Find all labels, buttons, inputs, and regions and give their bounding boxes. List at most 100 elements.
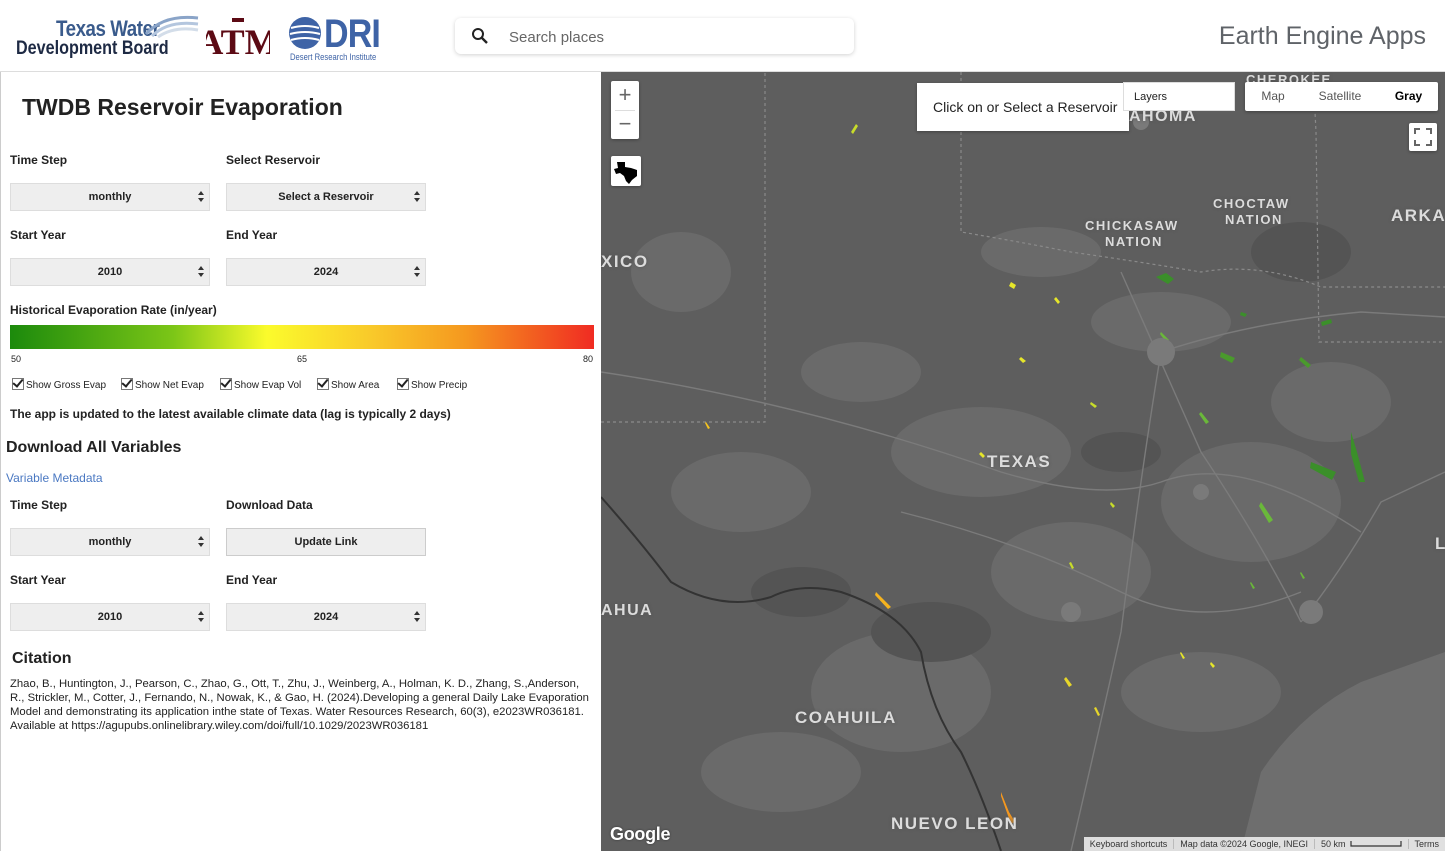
map-type-gray[interactable]: Gray xyxy=(1379,82,1438,111)
panel-title: TWDB Reservoir Evaporation xyxy=(22,94,343,120)
control-panel: TWDB Reservoir Evaporation Time Step Sel… xyxy=(0,72,601,851)
dri-logo-subtitle: Desert Research Institute xyxy=(290,52,377,62)
checkbox-checked-icon[interactable] xyxy=(12,378,24,390)
keyboard-shortcuts-link[interactable]: Keyboard shortcuts xyxy=(1084,839,1174,849)
evaporation-color-ramp xyxy=(10,325,594,349)
update-link-button[interactable]: Update Link xyxy=(226,528,426,556)
map-type-satellite[interactable]: Satellite xyxy=(1301,82,1379,111)
texas-extent-button[interactable] xyxy=(611,156,641,186)
checkbox-checked-icon[interactable] xyxy=(220,378,232,390)
place-label-chickasaw: CHICKASAW xyxy=(1085,218,1179,233)
checkbox-label: Show Gross Evap xyxy=(26,380,107,391)
legend-min: 50 xyxy=(11,354,22,364)
place-label-mexico: XICO xyxy=(601,252,649,271)
dri-globe-icon xyxy=(289,17,321,49)
map-type-map[interactable]: Map xyxy=(1245,82,1301,111)
dl-end-year-value: 2024 xyxy=(313,611,339,623)
time-step-select[interactable]: monthly xyxy=(10,183,210,211)
citation-title: Citation xyxy=(12,650,72,667)
texas-shape-icon xyxy=(614,162,637,184)
terms-link[interactable]: Terms xyxy=(1407,839,1445,849)
select-arrows-icon xyxy=(198,536,204,548)
legend-label: Historical Evaporation Rate (in/year) xyxy=(10,303,217,317)
place-label-chihuahua: AHUA xyxy=(601,602,654,619)
place-label-louisiana: L xyxy=(1435,534,1445,553)
end-year-label: End Year xyxy=(226,228,278,242)
place-label-coahuila: COAHUILA xyxy=(795,708,897,727)
dri-logo-text: DRI xyxy=(324,12,381,56)
dl-end-year-select[interactable]: 2024 xyxy=(226,603,426,631)
search-icon xyxy=(472,28,488,44)
time-step-value: monthly xyxy=(88,191,132,203)
fullscreen-icon xyxy=(1414,128,1432,146)
download-title: Download All Variables xyxy=(6,439,182,456)
map-type-control: Map Satellite Gray xyxy=(1245,82,1438,111)
layers-button[interactable]: Layers xyxy=(1123,82,1235,111)
select-arrows-icon xyxy=(414,266,420,278)
map-data-attribution: Map data ©2024 Google, INEGI xyxy=(1173,839,1314,849)
dl-start-year-select[interactable]: 2010 xyxy=(10,603,210,631)
svg-text:ATM: ATM xyxy=(206,22,270,62)
reservoir-label: Select Reservoir xyxy=(226,153,321,167)
dl-end-year-label: End Year xyxy=(226,573,278,587)
dl-time-step-value: monthly xyxy=(88,536,132,548)
texas-am-logo[interactable]: ATM xyxy=(197,12,279,62)
checkbox-show-precip[interactable]: Show Precip xyxy=(397,378,467,391)
start-year-label: Start Year xyxy=(10,228,66,242)
zoom-out-button[interactable]: − xyxy=(611,110,639,139)
start-year-select[interactable]: 2010 xyxy=(10,258,210,286)
select-arrows-icon xyxy=(198,611,204,623)
app-header: Texas Water Development Board ATM DRI De… xyxy=(0,0,1445,72)
search-input[interactable] xyxy=(507,24,841,50)
dl-time-step-label: Time Step xyxy=(10,498,68,512)
map-attribution: Keyboard shortcuts Map data ©2024 Google… xyxy=(1083,837,1445,851)
dl-data-label: Download Data xyxy=(226,498,313,512)
checkbox-show-gross-evap[interactable]: Show Gross Evap xyxy=(12,378,106,391)
time-step-label: Time Step xyxy=(10,153,68,167)
dri-logo[interactable]: DRI Desert Research Institute xyxy=(288,10,381,64)
place-label-chickasaw-nation: NATION xyxy=(1105,234,1163,249)
google-logo: Google xyxy=(610,824,671,844)
checkbox-show-evap-vol[interactable]: Show Evap Vol xyxy=(220,378,301,391)
select-arrows-icon xyxy=(414,611,420,623)
place-label-choctaw: CHOCTAW xyxy=(1213,196,1290,211)
scale-bar-icon xyxy=(1349,841,1402,847)
atm-logo-icon: ATM xyxy=(197,18,279,62)
dl-start-year-label: Start Year xyxy=(10,573,66,587)
zoom-control: + − xyxy=(611,81,639,139)
variable-metadata-link[interactable]: Variable Metadata xyxy=(6,471,103,485)
select-arrows-icon xyxy=(414,191,420,203)
twdb-logo-line2: Development Board xyxy=(16,38,169,59)
checkbox-show-area[interactable]: Show Area xyxy=(317,378,379,391)
dl-start-year-value: 2010 xyxy=(97,611,123,623)
twdb-logo[interactable]: Texas Water Development Board xyxy=(16,12,200,62)
fullscreen-button[interactable] xyxy=(1409,123,1437,151)
checkbox-label: Show Area xyxy=(331,380,380,391)
checkbox-label: Show Evap Vol xyxy=(234,380,302,391)
start-year-value: 2010 xyxy=(97,266,123,278)
zoom-in-button[interactable]: + xyxy=(611,81,639,110)
checkbox-show-net-evap[interactable]: Show Net Evap xyxy=(121,378,204,391)
checkbox-checked-icon[interactable] xyxy=(397,378,409,390)
search-box[interactable] xyxy=(455,18,854,54)
checkbox-checked-icon[interactable] xyxy=(317,378,329,390)
end-year-select[interactable]: 2024 xyxy=(226,258,426,286)
checkbox-checked-icon[interactable] xyxy=(121,378,133,390)
reservoir-info-box: Click on or Select a Reservoir xyxy=(917,83,1129,131)
place-label-arkansas: ARKA xyxy=(1391,206,1445,225)
scale-bar[interactable]: 50 km xyxy=(1313,839,1408,849)
reservoir-value: Select a Reservoir xyxy=(278,191,374,203)
map-view[interactable]: CHEROKEE AHOMA CHICKASAW NATION CHOCTAW … xyxy=(601,72,1445,851)
place-label-texas: TEXAS xyxy=(987,452,1052,471)
dl-time-step-select[interactable]: monthly xyxy=(10,528,210,556)
scale-label: 50 km xyxy=(1320,839,1346,849)
place-label-nuevo-leon: NUEVO LEON xyxy=(891,814,1019,833)
legend-mid: 65 xyxy=(297,354,308,364)
select-arrows-icon xyxy=(198,266,204,278)
legend-max: 80 xyxy=(583,354,594,364)
place-label-choctaw-nation: NATION xyxy=(1225,212,1283,227)
citation-text: Zhao, B., Huntington, J., Pearson, C., Z… xyxy=(10,678,589,732)
reservoir-select[interactable]: Select a Reservoir xyxy=(226,183,426,211)
update-note: The app is updated to the latest availab… xyxy=(10,407,451,421)
end-year-value: 2024 xyxy=(313,266,339,278)
